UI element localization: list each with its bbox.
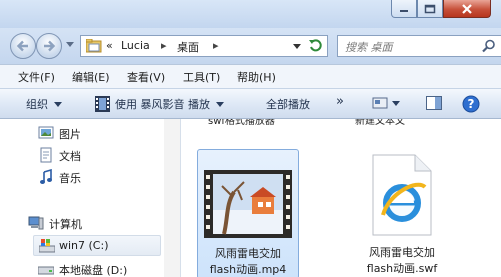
svg-text:?: ? [468,97,475,111]
menu-edit[interactable]: 编辑(E) [72,69,110,85]
drive-c-icon [39,239,55,253]
organize-label: 组织 [26,98,48,111]
chevron-down-icon [216,101,224,107]
minimize-button[interactable] [391,0,417,18]
organize-button[interactable]: 组织 [26,96,62,112]
file-list: swf格式播放器 新建文本文 风雨雷电交加 flash动画.mp4 风雨雷电交加… [181,119,501,277]
navigation-pane: 图片 文档 音乐 计算机 win7 (C:) 本地磁盘 (D:) [0,119,181,277]
nav-label-drive-c: win7 (C:) [59,239,109,252]
menu-view[interactable]: 查看(V) [127,69,165,85]
refresh-icon[interactable] [309,39,323,53]
command-toolbar: 组织 使用 暴风影音 播放 全部播放 » ? [0,88,501,119]
folder-icon [86,39,102,53]
address-bar[interactable]: « Lucia ▸ 桌面 ▸ [80,35,328,57]
forward-button[interactable] [36,33,62,59]
more-commands-button[interactable]: » [336,94,344,109]
change-view-button[interactable] [372,96,400,110]
play-all-label: 全部播放 [266,98,310,111]
partial-file-label: swf格式播放器 [208,119,275,127]
breadcrumb-separator[interactable]: ▸ [213,39,219,52]
file-name-line1: 风雨雷电交加 [369,246,435,259]
close-button[interactable] [443,0,491,18]
maximize-icon [424,4,436,13]
open-with-player-button[interactable]: 使用 暴风影音 播放 [95,96,224,112]
film-strip-icon [95,96,110,112]
breadcrumb-lucia[interactable]: Lucia [121,39,150,52]
close-icon [462,3,472,14]
preview-pane-icon [426,96,442,110]
minimize-icon [400,9,408,12]
recent-pages-dropdown-icon[interactable] [66,42,74,48]
play-all-button[interactable]: 全部播放 [266,96,310,112]
address-prefix[interactable]: « [106,39,113,52]
music-icon [40,169,52,184]
nav-item-drive-c[interactable]: win7 (C:) [33,235,161,256]
maximize-button[interactable] [417,0,443,18]
help-button[interactable]: ? [462,95,480,113]
file-name-line2: flash动画.mp4 [209,263,287,276]
title-bar [0,0,501,28]
file-name-line1: 风雨雷电交加 [215,247,281,260]
nav-item-documents[interactable]: 文档 [0,145,180,165]
search-icon[interactable] [482,39,496,53]
chevron-down-icon [392,100,400,106]
nav-item-pictures[interactable]: 图片 [0,123,180,143]
breadcrumb-separator[interactable]: ▸ [161,39,167,52]
nav-item-music[interactable]: 音乐 [0,167,180,187]
file-item-swf[interactable]: 风雨雷电交加 flash动画.swf [351,149,453,277]
preview-pane-button[interactable] [426,96,442,110]
drive-d-icon [38,266,54,275]
back-arrow-icon [16,40,28,52]
nav-label-pictures: 图片 [59,128,81,141]
menu-file[interactable]: 文件(F) [18,69,55,85]
nav-label-music: 音乐 [59,172,81,185]
forward-arrow-icon [44,40,56,52]
back-button[interactable] [10,33,36,59]
nav-item-drive-d[interactable]: 本地磁盘 (D:) [0,259,180,277]
menu-bar: 文件(F) 编辑(E) 查看(V) 工具(T) 帮助(H) [0,64,501,88]
nav-label-drive-d: 本地磁盘 (D:) [59,264,128,277]
ie-document-icon [372,154,432,236]
nav-label-documents: 文档 [59,150,81,163]
open-with-label: 使用 暴风影音 播放 [115,98,210,111]
file-name-line2: flash动画.swf [366,262,438,275]
file-item-mp4[interactable]: 风雨雷电交加 flash动画.mp4 [197,149,299,277]
address-dropdown-icon[interactable] [293,44,301,50]
documents-icon [40,147,52,163]
breadcrumb-desktop[interactable]: 桌面 [177,39,199,55]
search-box[interactable]: 搜索 桌面 [337,35,501,57]
pictures-icon [38,126,54,139]
help-icon: ? [462,95,480,113]
more-label: » [336,94,344,109]
nav-item-computer[interactable]: 计算机 [0,213,180,233]
partial-file-label: 新建文本文 [355,119,405,127]
chevron-down-icon [54,101,62,107]
nav-label-computer: 计算机 [49,218,82,231]
search-placeholder[interactable]: 搜索 桌面 [345,39,393,55]
navigation-bar: « Lucia ▸ 桌面 ▸ 搜索 桌面 [0,28,501,64]
computer-icon [28,216,44,230]
video-file-icon [204,170,292,238]
view-icon [372,97,388,109]
menu-help[interactable]: 帮助(H) [237,69,276,85]
nav-pane-scrollbar[interactable] [164,119,180,277]
menu-tools[interactable]: 工具(T) [183,69,220,85]
